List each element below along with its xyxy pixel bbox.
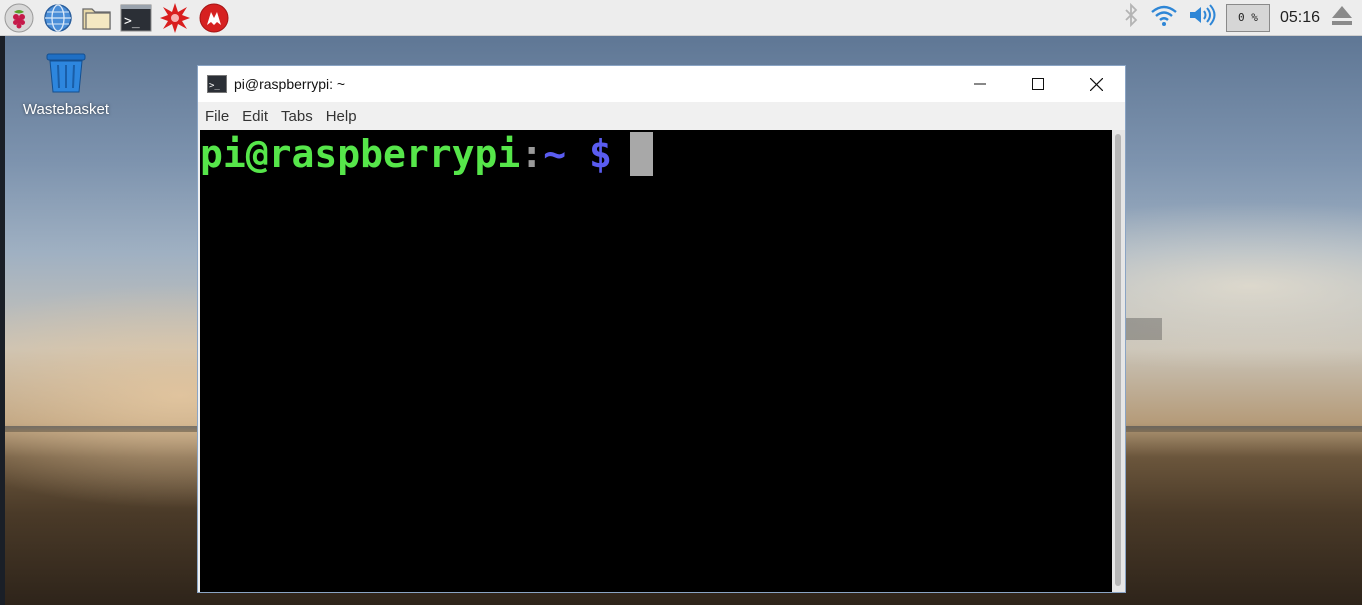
maximize-icon (1032, 78, 1044, 90)
system-tray: 0 % 05:16 (1122, 2, 1362, 32)
vertical-scrollbar[interactable] (1112, 130, 1125, 592)
wolfram-icon[interactable] (198, 2, 230, 34)
terminal-icon[interactable]: >_ (120, 2, 152, 34)
close-button[interactable] (1067, 66, 1125, 102)
svg-text:>_: >_ (124, 14, 140, 29)
menu-edit[interactable]: Edit (242, 108, 268, 125)
shell-prompt: pi@raspberrypi:~ $ (200, 132, 653, 176)
text-cursor (629, 132, 653, 176)
web-browser-icon[interactable] (42, 2, 74, 34)
wifi-icon[interactable] (1150, 3, 1178, 32)
bluetooth-icon[interactable] (1122, 2, 1140, 32)
menu-tabs[interactable]: Tabs (281, 108, 313, 125)
terminal-output[interactable]: pi@raspberrypi:~ $ (200, 130, 1112, 592)
minimize-button[interactable] (951, 66, 1009, 102)
taskbar: >_ 0 % 05:16 (0, 0, 1362, 36)
launcher-bar: >_ (0, 2, 230, 34)
terminal-window: >_ pi@raspberrypi: ~ File Edit Tabs Help… (197, 65, 1126, 593)
close-icon (1089, 77, 1103, 91)
menu-bar: File Edit Tabs Help (198, 102, 1125, 130)
trash-icon (46, 53, 86, 93)
file-manager-icon[interactable] (81, 2, 113, 34)
raspberry-menu-icon[interactable] (3, 2, 35, 34)
svg-text:>_: >_ (209, 81, 220, 91)
window-title: pi@raspberrypi: ~ (234, 76, 346, 92)
prompt-colon: : (520, 132, 544, 176)
eject-icon[interactable] (1330, 3, 1354, 32)
prompt-user-host: pi@raspberrypi (200, 132, 521, 176)
mathematica-icon[interactable] (159, 2, 191, 34)
menu-help[interactable]: Help (326, 108, 357, 125)
minimize-icon (974, 83, 986, 85)
scrollbar-thumb[interactable] (1115, 134, 1121, 586)
prompt-path: ~ $ (543, 132, 612, 176)
maximize-button[interactable] (1009, 66, 1067, 102)
cpu-usage-monitor[interactable]: 0 % (1225, 3, 1270, 32)
window-controls (951, 66, 1125, 102)
window-titlebar[interactable]: >_ pi@raspberrypi: ~ (198, 66, 1125, 102)
terminal-icon: >_ (207, 75, 227, 93)
menu-file[interactable]: File (205, 108, 229, 125)
wastebasket-label: Wastebasket (22, 101, 110, 118)
wastebasket-desktop-icon[interactable]: Wastebasket (18, 52, 114, 118)
clock[interactable]: 05:16 (1280, 9, 1320, 27)
volume-icon[interactable] (1188, 3, 1216, 32)
